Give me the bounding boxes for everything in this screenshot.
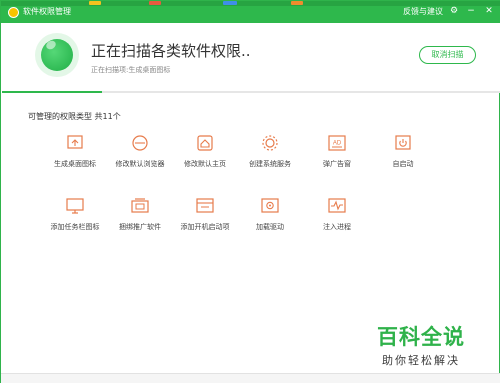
driver-icon <box>260 197 280 215</box>
bottom-bar <box>1 373 500 383</box>
power-icon <box>393 134 413 152</box>
desktop-shortcut-icon <box>65 134 85 152</box>
bundle-icon <box>130 197 150 215</box>
app-logo-icon <box>8 7 19 18</box>
startup-item-icon <box>195 197 215 215</box>
feedback-link[interactable]: 反馈与建议 <box>403 6 443 18</box>
scan-progress-fill <box>2 91 102 93</box>
home-icon <box>195 134 215 152</box>
strip-block <box>89 1 101 5</box>
svg-text:AD: AD <box>333 141 342 147</box>
minimize-icon[interactable]: − <box>465 5 477 18</box>
strip-block <box>149 1 161 5</box>
service-gear-icon <box>260 134 280 152</box>
ad-icon: AD <box>327 134 347 152</box>
gear-icon[interactable]: ⚙ <box>448 5 460 18</box>
scan-current-item: 正在扫描项:生成桌面图标 <box>91 66 171 74</box>
scan-title: 正在扫描各类软件权限.. <box>91 42 251 60</box>
process-icon <box>327 197 347 215</box>
cancel-scan-button[interactable]: 取消扫描 <box>419 46 476 64</box>
scan-progress-bar <box>2 91 500 93</box>
app-window: 软件权限管理 反馈与建议 ⚙ − ✕ 正在扫描各类软件权限.. 正在扫描项:生成… <box>0 0 500 383</box>
permission-tile[interactable]: 自启动 <box>363 134 443 194</box>
strip-block <box>223 1 237 5</box>
close-icon[interactable]: ✕ <box>483 5 495 18</box>
permission-label: 注入进程 <box>323 223 351 231</box>
permission-label: 自启动 <box>392 160 414 168</box>
watermark-logo: 百科全说 <box>377 325 465 349</box>
window-title: 软件权限管理 <box>23 7 71 16</box>
permission-types-label: 可管理的权限类型 共11个 <box>28 112 121 121</box>
watermark-tagline: 助你轻松解决 <box>382 354 460 367</box>
strip-block <box>291 1 303 5</box>
taskbar-icon <box>65 197 85 215</box>
title-bar: 软件权限管理 反馈与建议 ⚙ − ✕ <box>1 1 500 23</box>
scan-radar-icon <box>35 33 79 77</box>
permission-tile[interactable]: 注入进程 <box>297 197 377 257</box>
browser-icon <box>130 134 150 152</box>
